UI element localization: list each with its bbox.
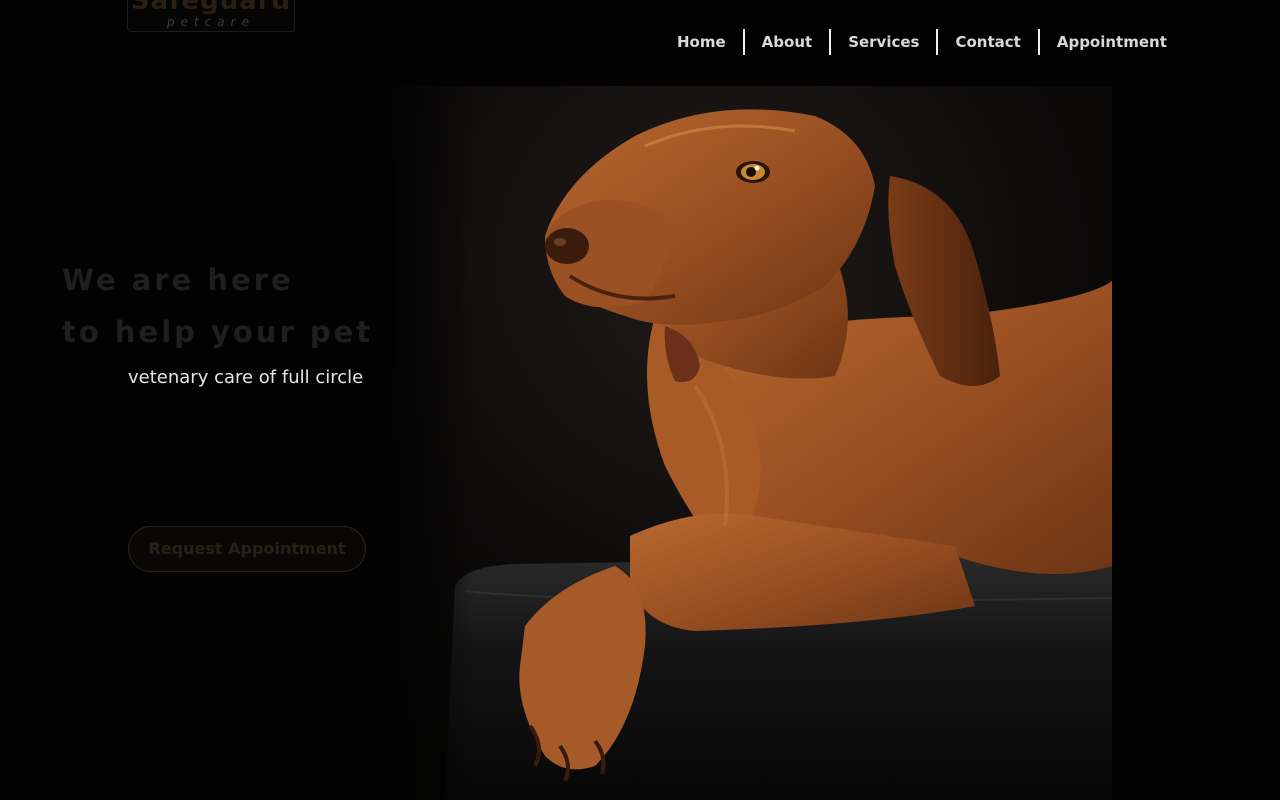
nav-services[interactable]: Services — [831, 29, 936, 55]
headline-line-2: to help your pet — [62, 315, 374, 349]
logo-name: Safeguard — [130, 0, 292, 16]
hero-dog-image — [395, 86, 1112, 800]
logo[interactable]: Safeguard petcare — [127, 0, 295, 32]
request-appointment-button[interactable]: Request Appointment — [128, 526, 366, 572]
dog-illustration — [395, 86, 1112, 800]
headline-line-1: We are here — [62, 263, 294, 297]
nav-home[interactable]: Home — [660, 29, 743, 55]
nav-contact[interactable]: Contact — [938, 29, 1037, 55]
hero-headline: We are here to help your pet — [62, 254, 373, 358]
nav-appointment[interactable]: Appointment — [1040, 29, 1184, 55]
logo-subtitle: petcare — [167, 15, 255, 29]
hero-subline: vetenary care of full circle — [128, 367, 364, 388]
landing-page: Safeguard petcare Home About Services Co… — [0, 0, 1280, 800]
main-nav: Home About Services Contact Appointment — [660, 29, 1184, 55]
nav-about[interactable]: About — [745, 29, 830, 55]
